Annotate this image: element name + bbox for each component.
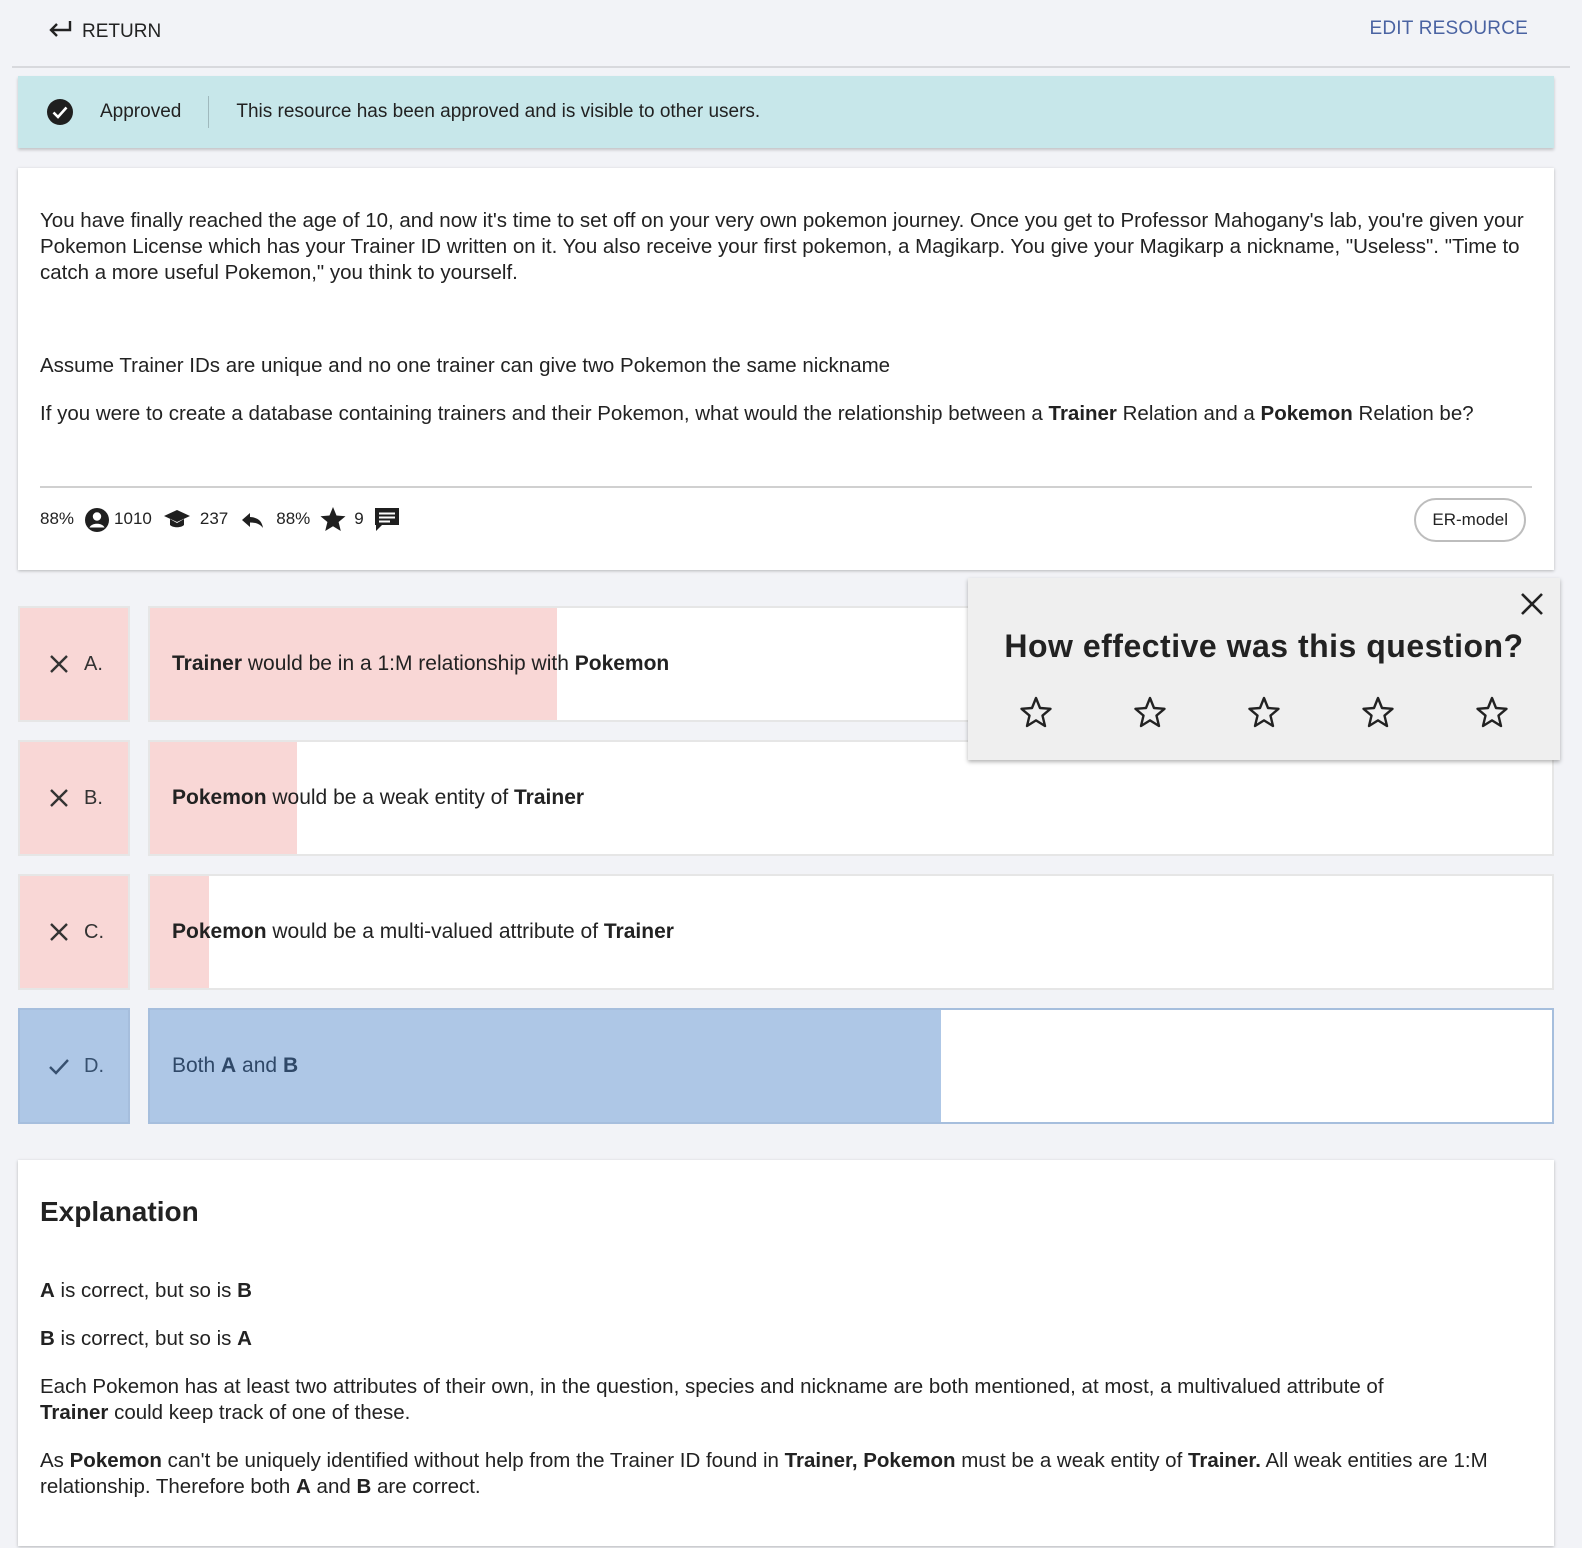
close-icon[interactable] — [1518, 590, 1546, 618]
rating-popup: How effective was this question? — [968, 578, 1560, 760]
option-text: Trainer would be in a 1:M relationship w… — [172, 652, 670, 675]
status-label: Approved — [100, 101, 182, 122]
star-icon — [318, 504, 348, 534]
question-prompt: If you were to create a database contain… — [40, 402, 1474, 425]
star-outline-icon[interactable] — [1132, 694, 1168, 730]
explanation-body: A is correct, but so is B B is correct, … — [40, 1278, 1532, 1522]
option-letter-label: A. — [84, 652, 103, 675]
rating-stars — [1018, 694, 1510, 730]
option-answer[interactable]: Pokemon would be a multi-valued attribut… — [148, 874, 1554, 990]
check-icon — [49, 1059, 69, 1075]
option-letter: D. — [18, 1008, 130, 1124]
explanation-card: Explanation A is correct, but so is B B … — [18, 1160, 1554, 1546]
star-outline-icon[interactable] — [1246, 694, 1282, 730]
comment-icon — [372, 504, 402, 534]
explanation-heading: Explanation — [40, 1196, 199, 1227]
option-letter: A. — [18, 606, 130, 722]
stat-stars: 9 — [354, 509, 364, 528]
return-button[interactable]: RETURN — [46, 18, 161, 46]
question-assumption: Assume Trainer IDs are unique and no one… — [40, 354, 891, 377]
option-letter-label: D. — [84, 1054, 104, 1077]
option-letter-label: B. — [84, 786, 103, 809]
option-d[interactable]: D. Both A and B — [18, 1008, 1554, 1124]
question-card: You have finally reached the age of 10, … — [18, 168, 1554, 570]
star-outline-icon[interactable] — [1360, 694, 1396, 730]
stat-graduates: 237 — [199, 509, 229, 528]
check-circle-icon — [46, 98, 74, 126]
star-outline-icon[interactable] — [1474, 694, 1510, 730]
option-answer[interactable]: Both A and B — [148, 1008, 1554, 1124]
return-arrow-icon — [46, 18, 74, 46]
rating-title: How effective was this question? — [1004, 628, 1524, 664]
option-text: Pokemon would be a weak entity of Traine… — [172, 786, 585, 809]
option-text: Both A and B — [172, 1054, 299, 1077]
stats-row: 88% 1010 237 88% 9 — [40, 504, 404, 534]
stat-percent-1: 88% — [40, 509, 75, 528]
explanation-line: A is correct, but so is B — [40, 1279, 252, 1302]
divider — [40, 486, 1532, 488]
edit-resource-button[interactable]: EDIT RESOURCE — [1370, 18, 1529, 40]
question-paragraph: You have finally reached the age of 10, … — [40, 209, 1524, 284]
stat-users: 1010 — [114, 509, 152, 528]
option-letter-label: C. — [84, 920, 104, 943]
close-icon — [50, 655, 68, 673]
star-outline-icon[interactable] — [1018, 694, 1054, 730]
top-bar: RETURN EDIT RESOURCE — [12, 0, 1570, 68]
graduation-cap-icon — [162, 504, 192, 534]
return-label: RETURN — [82, 21, 162, 42]
reply-icon — [238, 504, 268, 534]
topic-tag[interactable]: ER-model — [1414, 498, 1526, 542]
close-icon — [50, 923, 68, 941]
explanation-line: Each Pokemon has at least two attributes… — [40, 1375, 1384, 1424]
close-icon — [50, 789, 68, 807]
option-letter: C. — [18, 874, 130, 990]
explanation-line: B is correct, but so is A — [40, 1327, 252, 1350]
approval-banner: Approved This resource has been approved… — [18, 76, 1554, 148]
banner-divider — [208, 96, 210, 128]
question-text: You have finally reached the age of 10, … — [40, 208, 1532, 449]
account-icon — [82, 504, 112, 534]
status-message: This resource has been approved and is v… — [236, 101, 761, 122]
option-text: Pokemon would be a multi-valued attribut… — [172, 920, 674, 943]
stat-percent-2: 88% — [276, 509, 311, 528]
option-c[interactable]: C. Pokemon would be a multi-valued attri… — [18, 874, 1554, 990]
option-letter: B. — [18, 740, 130, 856]
explanation-line: As Pokemon can't be uniquely identified … — [40, 1449, 1488, 1498]
